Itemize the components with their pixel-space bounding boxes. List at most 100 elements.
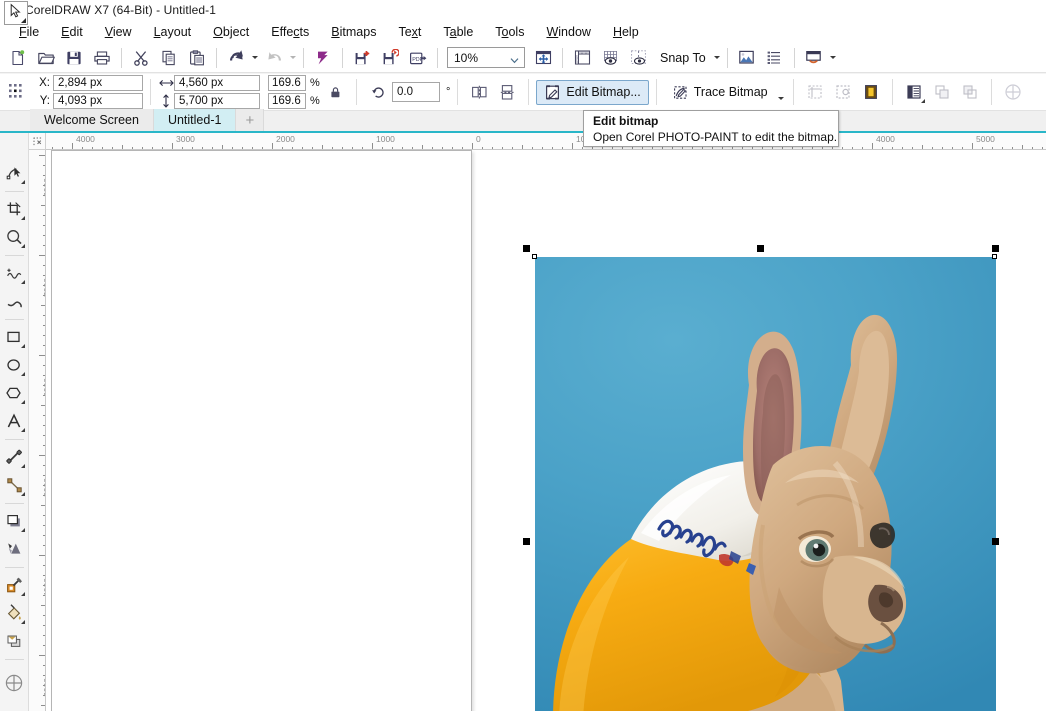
rotation-angle-input[interactable]: 0.0 <box>392 82 440 102</box>
menu-text[interactable]: Text <box>387 23 432 41</box>
open-document-button[interactable] <box>34 46 58 70</box>
toolbox-polygon-tool[interactable] <box>1 380 27 406</box>
print-button[interactable] <box>90 46 114 70</box>
undo-button[interactable] <box>224 46 248 70</box>
menu-table[interactable]: Table <box>432 23 484 41</box>
show-grid-button[interactable] <box>598 46 622 70</box>
toolbox-zoom-tool[interactable] <box>1 224 27 250</box>
bitmap-mask-button[interactable] <box>830 79 856 105</box>
freehand-tool-flyout-arrow-icon[interactable] <box>21 280 25 284</box>
menu-effects[interactable]: Effects <box>260 23 320 41</box>
front-minus-back-button[interactable] <box>929 79 955 105</box>
bitmap-color-mask-button[interactable] <box>858 79 884 105</box>
zoom-tool-flyout-arrow-icon[interactable] <box>21 244 25 248</box>
mirror-vertical-button[interactable] <box>494 79 520 105</box>
selection-handle-middle-left[interactable] <box>523 538 530 545</box>
menu-layout[interactable]: Layout <box>143 23 203 41</box>
selection-handle-top-center[interactable] <box>757 245 764 252</box>
object-width-input[interactable]: 4,560 px <box>174 75 260 91</box>
application-launcher-caret-icon[interactable] <box>828 47 838 69</box>
lock-ratio-icon[interactable] <box>322 79 348 105</box>
snap-to-menu[interactable]: Snap To <box>652 48 712 68</box>
edit-bitmap-button[interactable]: Edit Bitmap... <box>536 80 648 105</box>
export-button[interactable] <box>378 46 402 70</box>
toolbox-outline-tool[interactable] <box>1 670 27 696</box>
wrap-text-flyout-arrow-icon[interactable] <box>921 99 925 103</box>
menu-object[interactable]: Object <box>202 23 260 41</box>
copy-button[interactable] <box>157 46 181 70</box>
crop-tool-flyout-arrow-icon[interactable] <box>21 216 25 220</box>
menu-window[interactable]: Window <box>535 23 601 41</box>
menu-tools[interactable]: Tools <box>484 23 535 41</box>
document-tab-welcome-screen[interactable]: Welcome Screen <box>30 109 154 131</box>
position-x-input[interactable]: 2,894 px <box>53 75 143 91</box>
drop-shadow-tool-flyout-arrow-icon[interactable] <box>21 528 25 532</box>
rectangle-tool-flyout-arrow-icon[interactable] <box>21 344 25 348</box>
ellipse-tool-flyout-arrow-icon[interactable] <box>21 372 25 376</box>
application-launcher-button[interactable] <box>802 46 826 70</box>
ruler-origin-button[interactable] <box>29 133 46 150</box>
new-document-tab-button[interactable]: + <box>236 109 264 131</box>
dimension-tool-flyout-arrow-icon[interactable] <box>21 464 25 468</box>
menu-edit[interactable]: Edit <box>50 23 94 41</box>
toolbox-freehand-tool[interactable] <box>1 260 27 286</box>
trace-bitmap-button[interactable]: Trace Bitmap <box>664 80 776 105</box>
tool-flyout-arrow-icon[interactable] <box>21 18 26 23</box>
zoom-to-fit-button[interactable] <box>531 46 555 70</box>
paste-button[interactable] <box>185 46 209 70</box>
toolbox-shape-tool[interactable] <box>1 160 27 186</box>
trace-bitmap-caret-icon[interactable] <box>776 81 786 103</box>
toolbox-rectangle-tool[interactable] <box>1 324 27 350</box>
add-node-button[interactable] <box>1000 79 1026 105</box>
interactive-fill-tool-flyout-arrow-icon[interactable] <box>21 620 25 624</box>
show-rulers-button[interactable] <box>570 46 594 70</box>
save-document-button[interactable] <box>62 46 86 70</box>
object-anchor-grid-icon[interactable] <box>5 79 31 105</box>
toolbox-drop-shadow-tool[interactable] <box>1 508 27 534</box>
toolbox-smart-drawing-tool[interactable] <box>1 288 27 314</box>
show-guidelines-button[interactable] <box>626 46 650 70</box>
crop-bitmap-button[interactable] <box>802 79 828 105</box>
mirror-horizontal-button[interactable] <box>466 79 492 105</box>
cut-button[interactable] <box>129 46 153 70</box>
options-button[interactable] <box>735 46 759 70</box>
horizontal-ruler[interactable]: 4000 3000 2000 1000 0 1000 2000 3000 400… <box>46 133 1046 150</box>
toolbox-crop-tool[interactable] <box>1 196 27 222</box>
vertical-ruler[interactable]: 8000 7000 6000 5000 4000 3000 <box>29 150 46 711</box>
object-height-input[interactable]: 5,700 px <box>174 93 260 109</box>
menu-help[interactable]: Help <box>602 23 650 41</box>
object-properties-button[interactable] <box>763 46 787 70</box>
menu-bitmaps[interactable]: Bitmaps <box>320 23 387 41</box>
corel-connect-button[interactable] <box>311 46 335 70</box>
shape-tool-flyout-arrow-icon[interactable] <box>21 180 25 184</box>
import-button[interactable] <box>350 46 374 70</box>
menu-view[interactable]: View <box>94 23 143 41</box>
redo-dropdown-caret[interactable] <box>288 47 298 69</box>
toolbox-eyedropper-tool[interactable] <box>1 572 27 598</box>
scale-y-input[interactable]: 169.6 <box>268 93 306 109</box>
scale-x-input[interactable]: 169.6 <box>268 75 306 91</box>
selection-handle-top-right[interactable] <box>992 245 999 252</box>
redo-button[interactable] <box>262 46 286 70</box>
toolbox-dimension-tool[interactable] <box>1 444 27 470</box>
new-document-button[interactable] <box>6 46 30 70</box>
menu-file[interactable]: File <box>8 23 50 41</box>
toolbox-interactive-fill-tool[interactable] <box>1 600 27 626</box>
eyedropper-tool-flyout-arrow-icon[interactable] <box>21 592 25 596</box>
toolbox-text-tool[interactable] <box>1 408 27 434</box>
undo-dropdown-caret[interactable] <box>250 47 260 69</box>
active-tool-indicator[interactable] <box>4 1 28 25</box>
wrap-text-button[interactable] <box>901 79 927 105</box>
dog-photo-bitmap[interactable] <box>535 257 996 711</box>
connector-tool-flyout-arrow-icon[interactable] <box>21 492 25 496</box>
position-y-input[interactable]: 4,093 px <box>53 93 143 109</box>
polygon-tool-flyout-arrow-icon[interactable] <box>21 400 25 404</box>
toolbox-ellipse-tool[interactable] <box>1 352 27 378</box>
document-tab-untitled-1[interactable]: Untitled-1 <box>154 109 237 131</box>
toolbox-smart-fill-tool[interactable] <box>1 628 27 654</box>
back-minus-front-button[interactable] <box>957 79 983 105</box>
toolbox-connector-tool[interactable] <box>1 472 27 498</box>
selection-handle-top-left[interactable] <box>523 245 530 252</box>
selection-handle-middle-right[interactable] <box>992 538 999 545</box>
publish-pdf-button[interactable]: PDF <box>406 46 430 70</box>
